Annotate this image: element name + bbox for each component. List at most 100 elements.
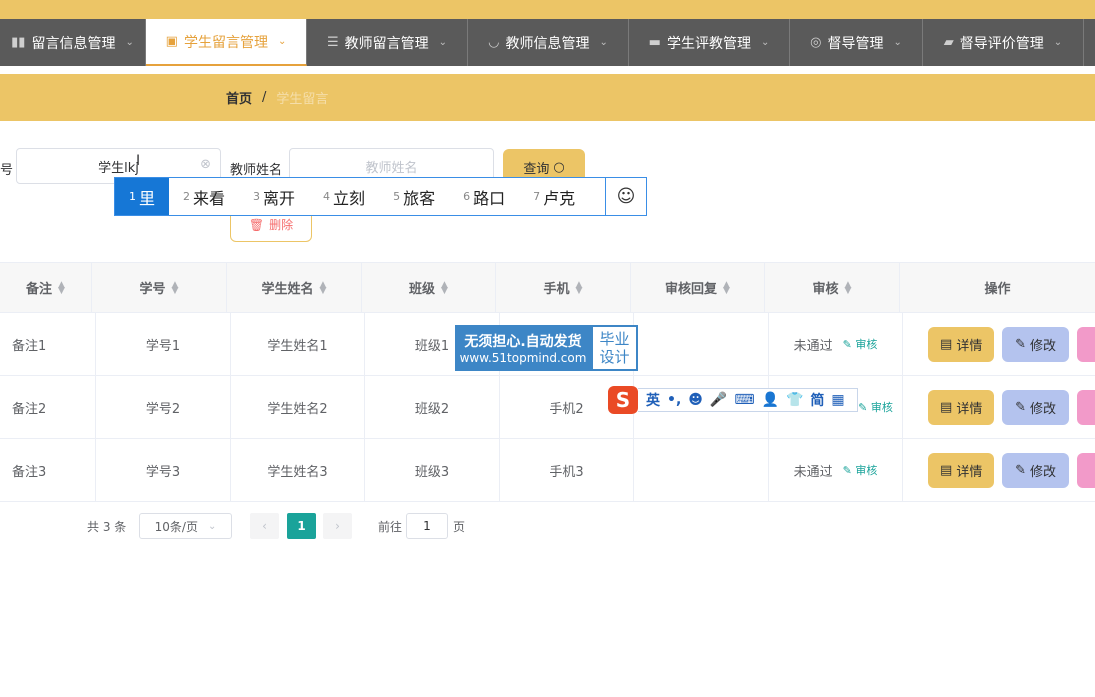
clear-icon[interactable]: ⊗ [200,157,211,172]
chevron-down-icon: ⌄ [438,37,448,48]
cell-class: 班级2 [365,376,500,438]
chevron-down-icon: ⌄ [277,36,287,47]
column-header-phone[interactable]: 手机 ▲ ▼ [496,263,631,312]
ime-candidate[interactable]: 1里 [115,178,170,215]
detail-button[interactable]: ▤ 详情 [928,389,995,425]
sort-icon[interactable]: ▲ ▼ [441,280,448,295]
sort-icon[interactable]: ▲ ▼ [320,280,327,295]
next-page-button[interactable]: › [323,513,352,539]
watermark-banner: 无须担心.自动发货 www.51topmind.com 毕业 设计 [455,325,638,371]
column-header-actions: 操作 [984,282,1011,297]
edit-button[interactable]: ✎ 修改 [1002,389,1069,425]
nav-label: 督导评价管理 [959,35,1044,52]
watermark-right2: 设计 [599,348,630,366]
cell-reply [634,313,769,375]
power-icon: ◡ [488,35,500,50]
detail-button[interactable]: ▤ 详情 [928,326,995,362]
truck-icon: ▰ [943,35,954,50]
table-row: 备注2 学号2 学生姓名2 班级2 手机2 ✎ 审核 ▤ 详情 ✎ 修改 [0,376,1095,439]
language-toggle[interactable]: 英 [646,390,660,410]
chevron-down-icon: ⌄ [893,37,902,48]
apps-icon[interactable]: ▦ [831,392,844,408]
nav-label: 留言信息管理 [31,35,116,52]
ime-candidate[interactable]: 7 卢克 [519,178,589,215]
sort-icon[interactable]: ▲ ▼ [172,280,179,295]
nav-item-supervisor-evaluation[interactable]: ▰ 督导评价管理 ⌄ [923,19,1084,66]
ime-candidate[interactable]: 3 离开 [239,178,309,215]
column-header-reply[interactable]: 审核回复 ▲ ▼ [631,263,765,312]
ime-candidate-panel: 1里 2 来看 3 离开 4 立刻 5 旅客 6 路口 7 卢克 ☺ [114,177,647,216]
column-header-class[interactable]: 班级 ▲ ▼ [362,263,496,312]
audit-link[interactable]: ✎ 审核 [843,336,878,352]
nav-label: 教师信息管理 [505,35,590,52]
sort-icon[interactable]: ▲ ▼ [576,280,583,295]
watermark-line2: www.51topmind.com [459,351,587,365]
cell-note: 备注3 [0,439,96,501]
ime-candidate[interactable]: 5 旅客 [379,178,449,215]
chevron-left-icon: ‹ [262,519,267,533]
nav-item-student-message[interactable]: ▣ 学生留言管理 ⌄ [146,19,307,66]
nav-item-message-info[interactable]: ▮▮ 留言信息管理 ⌄ [0,19,146,66]
trash-icon: 🗑 [248,217,265,232]
top-nav: ▮▮ 留言信息管理 ⌄ ▣ 学生留言管理 ⌄ ☰ 教师留言管理 ⌄ ◡ 教师信息… [0,19,1095,66]
teacher-name-label: 教师姓名 [230,163,283,178]
top-strip [0,0,1095,19]
ime-candidate[interactable]: 6 路口 [449,178,519,215]
skin-icon[interactable]: 👕 [786,392,803,408]
smiley-icon[interactable]: ☺ [605,178,646,215]
sort-icon[interactable]: ▲ ▼ [58,280,65,295]
user-icon[interactable]: 👤 [762,392,779,408]
cell-phone: 手机3 [500,439,634,501]
cell-actions: ▤ 详情 ✎ 修改 [903,439,1095,501]
chevron-right-icon: › [335,519,340,533]
page-number-button[interactable]: 1 [287,513,316,539]
document-icon: ▤ [940,462,953,478]
cell-audit: 未通过 ✎ 审核 [769,313,903,375]
delete-row-button[interactable] [1076,452,1095,488]
edit-button[interactable]: ✎ 修改 [1002,452,1069,488]
page-size-select[interactable]: 10条/页 ⌄ [139,513,232,539]
delete-row-button[interactable] [1076,389,1095,425]
pencil-icon: ✎ [1015,462,1027,478]
nav-item-student-evaluation[interactable]: ▬ 学生评教管理 ⌄ [629,19,790,66]
breadcrumb-home[interactable]: 首页 [226,88,252,107]
student-id-label: 号 [0,163,14,178]
watermark-line1: 无须担心.自动发货 [464,334,582,350]
sort-icon[interactable]: ▲ ▼ [723,280,730,295]
chevron-down-icon: ⌄ [760,37,770,48]
delete-row-button[interactable] [1076,326,1095,362]
audit-link[interactable]: ✎ 审核 [858,399,893,415]
ime-candidate[interactable]: 4 立刻 [309,178,379,215]
bar-chart-icon: ▮▮ [11,35,26,50]
simplified-toggle[interactable]: 简 [810,390,824,410]
nav-item-supervisor[interactable]: ◎ 督导管理 ⌄ [790,19,923,66]
nav-label: 学生留言管理 [183,34,268,51]
cell-class: 班级3 [365,439,500,501]
keyboard-icon[interactable]: ⌨ [734,392,754,408]
student-name-value: 学生lkj [98,160,139,176]
punctuation-icon[interactable]: •, [667,392,681,408]
column-header-name[interactable]: 学生姓名 ▲ ▼ [227,263,362,312]
cell-name: 学生姓名1 [231,313,365,375]
ime-candidate[interactable]: 2 来看 [169,178,239,215]
nav-item-teacher-message[interactable]: ☰ 教师留言管理 ⌄ [307,19,468,66]
column-header-id[interactable]: 学号 ▲ ▼ [92,263,227,312]
goto-page-input[interactable]: 1 [406,513,448,539]
microphone-icon[interactable]: 🎤 [710,392,727,408]
prev-page-button[interactable]: ‹ [250,513,279,539]
message-table: 备注 ▲ ▼ 学号 ▲ ▼ 学生姓名 ▲ ▼ 班级 ▲ ▼ 手机 ▲ ▼ 审核回复 ▲ ▼ 审核 ▲ ▼ 操… [0,262,1095,502]
column-header-audit[interactable]: 审核 ▲ ▼ [765,263,900,312]
edit-button[interactable]: ✎ 修改 [1002,326,1069,362]
search-icon: ○ [553,159,565,175]
nav-item-teacher-info[interactable]: ◡ 教师信息管理 ⌄ [468,19,629,66]
emoji-icon[interactable]: ☻ [688,392,703,408]
sogou-logo-icon[interactable]: S [608,386,638,414]
cell-note: 备注1 [0,313,96,375]
breadcrumb-current: 学生留言 [276,92,329,107]
document-icon: ▤ [940,399,953,415]
goto-suffix: 页 [453,519,466,534]
sort-icon[interactable]: ▲ ▼ [845,280,852,295]
detail-button[interactable]: ▤ 详情 [928,452,995,488]
audit-link[interactable]: ✎ 审核 [843,462,878,478]
column-header-note[interactable]: 备注 ▲ ▼ [0,263,92,312]
